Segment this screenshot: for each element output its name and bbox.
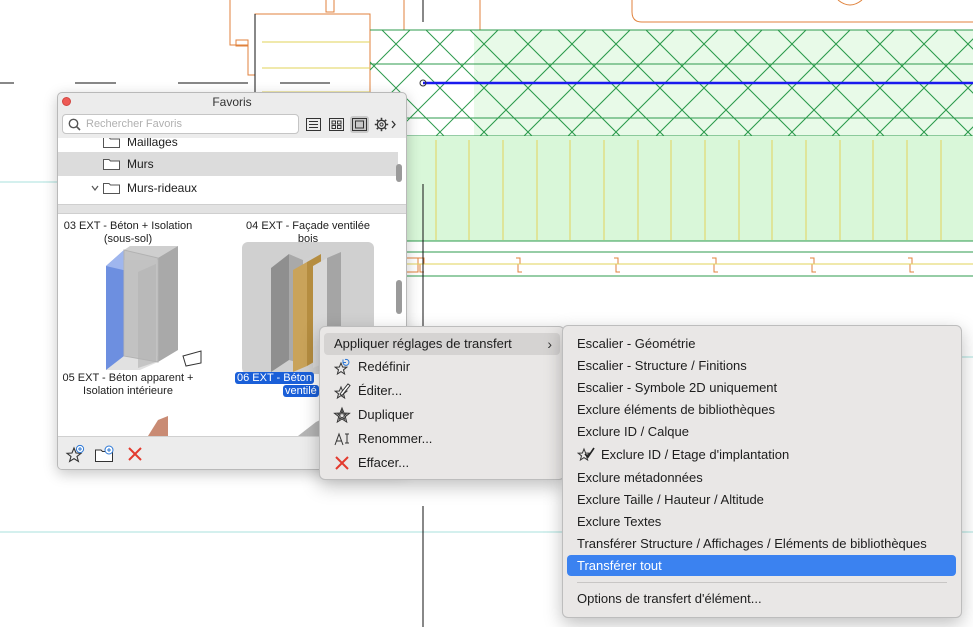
add-favorite-button[interactable] <box>64 444 86 464</box>
settings-menu-button[interactable] <box>373 116 399 133</box>
menu-item-label: Redéfinir <box>358 359 411 374</box>
tree-item-label: Murs <box>127 157 154 171</box>
delete-x-icon <box>128 447 142 461</box>
menu-item-editer[interactable]: Éditer... <box>324 380 560 402</box>
submenu-item-checked[interactable]: Exclure ID / Etage d'implantation <box>567 444 956 465</box>
submenu-item-active[interactable]: Transférer tout <box>567 555 956 576</box>
submenu-item-label: Transférer Structure / Affichages / Elém… <box>577 536 927 551</box>
menu-item-renommer[interactable]: Renommer... <box>324 428 560 450</box>
submenu-item[interactable]: Exclure ID / Calque <box>567 421 956 442</box>
submenu-item-label: Exclure ID / Calque <box>577 424 689 439</box>
submenu-item[interactable]: Escalier - Structure / Finitions <box>567 355 956 376</box>
menu-separator <box>577 582 947 583</box>
new-folder-button[interactable] <box>94 444 116 464</box>
submenu-item[interactable]: Exclure Textes <box>567 511 956 532</box>
submenu-item-label: Exclure Textes <box>577 514 662 529</box>
delete-x-icon <box>335 456 349 470</box>
favorite-caption: 03 EXT - Béton + Isolation (sous-sol) <box>63 220 193 245</box>
search-box <box>62 114 299 134</box>
menu-item-appliquer-reglages[interactable]: Appliquer réglages de transfert › <box>324 333 560 355</box>
menu-item-label: Dupliquer <box>358 407 414 422</box>
tree-scrollbar[interactable] <box>396 164 402 182</box>
menu-item-effacer[interactable]: Effacer... <box>324 452 560 474</box>
delete-favorite-button[interactable] <box>124 444 146 464</box>
folder-icon <box>103 138 120 148</box>
palette-title: Favoris <box>212 95 252 109</box>
favorite-thumbnail-partial[interactable] <box>144 414 174 436</box>
folder-add-icon <box>95 445 114 462</box>
submenu-item[interactable]: Exclure métadonnées <box>567 467 956 488</box>
folder-icon <box>103 183 120 194</box>
grid-view-icon <box>329 118 344 131</box>
star-add-icon <box>65 444 85 463</box>
chevron-right-icon: › <box>547 336 552 352</box>
submenu-item[interactable]: Exclure éléments de bibliothèques <box>567 399 956 420</box>
preview-view-button[interactable] <box>350 116 369 133</box>
search-icon <box>68 118 81 131</box>
submenu-item[interactable]: Transférer Structure / Affichages / Elém… <box>567 533 956 554</box>
submenu-item-label: Options de transfert d'élément... <box>577 591 762 606</box>
sketch-icon <box>182 350 202 367</box>
menu-item-dupliquer[interactable]: Dupliquer <box>324 404 560 426</box>
star-check-icon <box>577 447 595 462</box>
list-view-button[interactable] <box>304 116 323 133</box>
submenu-item-options[interactable]: Options de transfert d'élément... <box>567 588 956 609</box>
menu-item-label: Effacer... <box>358 455 410 470</box>
menu-item-label: Appliquer réglages de transfert <box>334 336 512 351</box>
gear-icon <box>374 117 396 132</box>
context-menu: Appliquer réglages de transfert › Redéfi… <box>319 326 565 480</box>
star-redefine-icon <box>333 358 350 376</box>
submenu-item[interactable]: Escalier - Symbole 2D uniquement <box>567 377 956 398</box>
submenu-item[interactable]: Escalier - Géométrie <box>567 333 956 354</box>
submenu-item-label: Escalier - Symbole 2D uniquement <box>577 380 778 395</box>
submenu-item-label: Escalier - Géométrie <box>577 336 696 351</box>
tree-item-murs[interactable]: Murs <box>58 152 398 176</box>
favorite-caption: 05 EXT - Béton apparent + Isolation intér… <box>62 372 194 397</box>
chevron-down-icon[interactable] <box>91 184 99 192</box>
star-duplicate-icon <box>333 406 351 424</box>
submenu-item-label: Exclure métadonnées <box>577 470 703 485</box>
submenu-item-label: Transférer tout <box>577 558 662 573</box>
star-edit-icon <box>333 383 351 400</box>
transfer-settings-submenu: Escalier - Géométrie Escalier - Structur… <box>562 325 962 618</box>
submenu-item-label: Exclure éléments de bibliothèques <box>577 402 776 417</box>
close-button[interactable] <box>62 97 71 106</box>
menu-item-label: Renommer... <box>358 431 433 446</box>
submenu-item-label: Exclure Taille / Hauteur / Altitude <box>577 492 764 507</box>
folder-icon <box>103 159 120 170</box>
folder-tree: Maillages Murs Murs-rideaux <box>58 138 406 204</box>
pane-splitter[interactable] <box>58 204 406 214</box>
preview-view-icon <box>352 118 367 131</box>
submenu-item-label: Exclure ID / Etage d'implantation <box>601 447 790 462</box>
menu-item-redefinir[interactable]: Redéfinir <box>324 356 560 378</box>
grid-view-button[interactable] <box>327 116 346 133</box>
menu-item-label: Éditer... <box>358 383 403 398</box>
list-view-icon <box>306 118 321 131</box>
search-input[interactable] <box>86 116 291 132</box>
rename-icon <box>334 432 349 446</box>
submenu-item[interactable]: Exclure Taille / Hauteur / Altitude <box>567 489 956 510</box>
tree-item-murs-rideaux[interactable]: Murs-rideaux <box>58 176 398 200</box>
tree-item-label: Murs-rideaux <box>127 181 198 195</box>
submenu-item-label: Escalier - Structure / Finitions <box>577 358 747 373</box>
grid-scrollbar[interactable] <box>396 280 402 314</box>
